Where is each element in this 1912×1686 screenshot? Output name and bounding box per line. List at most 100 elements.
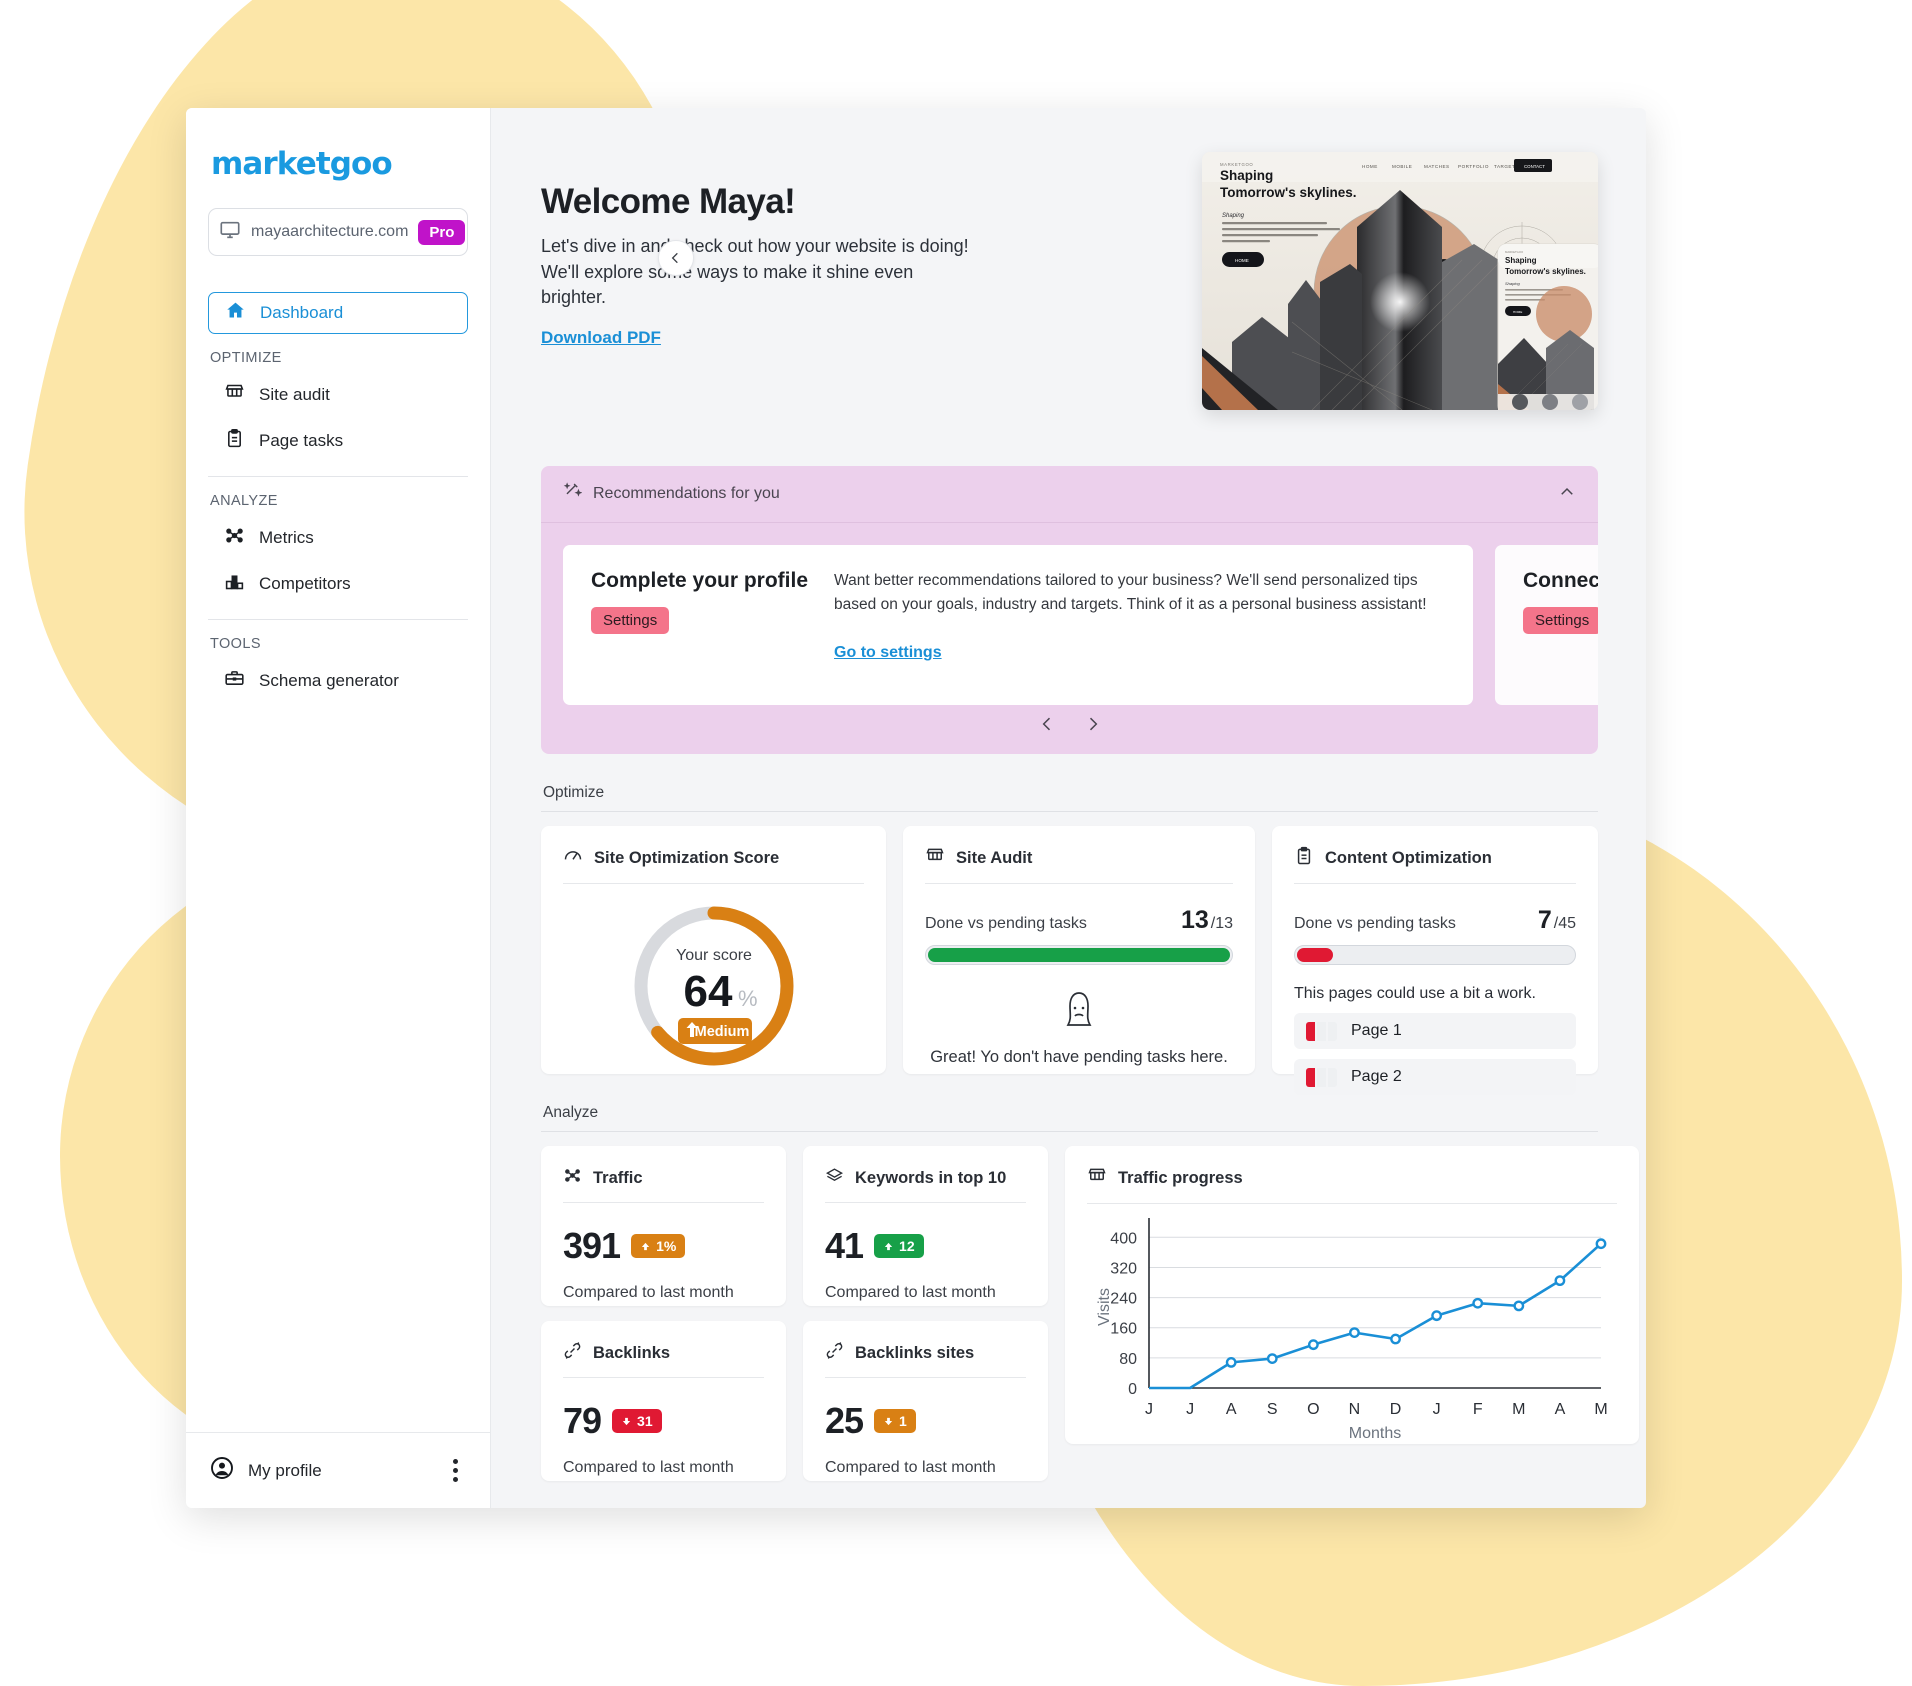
svg-text:Shaping: Shaping [1505,256,1537,265]
kpi-value-row: 391 1% [563,1225,764,1267]
kpi-card-backlinks[interactable]: Backlinks 79 31 Compared to last month [541,1321,786,1481]
score-gauge: Your score 64 % Medium [563,898,864,1074]
sidebar-item-label: Metrics [259,528,314,547]
website-preview-image: MARKETGOO Shaping Tomorrow's skylines. H… [1202,152,1598,410]
card-header: Keywords in top 10 [825,1166,1026,1203]
kpi-chip-label: 1% [656,1238,677,1254]
sidebar-item-label: Schema generator [259,671,399,690]
tasks-done: 13 [1180,906,1209,934]
link-icon [825,1341,844,1365]
kpi-card-traffic[interactable]: Traffic 391 1% Compared to last month [541,1146,786,1306]
carousel-prev-icon[interactable] [1037,714,1057,740]
svg-text:PORTFOLIO: PORTFOLIO [1458,164,1489,169]
recommendation-description: Want better recommendations tailored to … [834,572,1427,614]
kpi-value: 391 [563,1225,621,1266]
content-optimization-card[interactable]: Content Optimization Done vs pending tas… [1272,826,1598,1095]
sidebar-item-label: Dashboard [260,303,344,322]
kpi-value-row: 25 1 [825,1400,1026,1442]
svg-text:CONTACT: CONTACT [1524,164,1545,169]
chevron-up-icon[interactable] [1558,483,1576,506]
card-title: Backlinks [593,1343,671,1362]
sidebar-item-site-audit[interactable]: Site audit [208,374,468,416]
kebab-menu-icon[interactable] [445,1455,466,1486]
list-item[interactable]: Page 2 [1294,1059,1576,1095]
welcome-hero: Welcome Maya! Let's dive in and check ou… [541,152,1598,410]
svg-text:TARGET: TARGET [1494,164,1515,169]
svg-text:MOBILE: MOBILE [1392,164,1412,169]
page-score-meter [1306,1067,1337,1087]
go-to-settings-link[interactable]: Go to settings [834,644,1445,662]
svg-text:MARKETGOO: MARKETGOO [1220,162,1253,167]
tasks-progress-bar [1294,945,1576,965]
sidebar-item-schema-generator[interactable]: Schema generator [208,660,468,702]
sidebar-footer: My profile [186,1432,490,1508]
sidebar-divider [208,476,468,477]
bar-chart-icon [224,571,245,597]
svg-text:240: 240 [1110,1291,1137,1308]
score-unit: % [738,986,758,1011]
tasks-summary: Done vs pending tasks 13 /13 [925,906,1233,935]
sidebar-item-metrics[interactable]: Metrics [208,517,468,559]
traffic-progress-card[interactable]: Traffic progress 0 80 160 240 320 400 J J A S O N D J… [1065,1146,1639,1444]
recommendation-card[interactable]: Connect your Google Analytics account Se… [1495,545,1598,705]
home-icon [225,300,246,326]
tasks-label: Done vs pending tasks [1294,915,1456,932]
gauge-icon [563,846,583,871]
svg-text:N: N [1349,1401,1361,1418]
profile-label: My profile [248,1460,322,1480]
sidebar-collapse-button[interactable] [658,240,694,276]
sidebar-item-label: Site audit [259,385,330,404]
tasks-summary: Done vs pending tasks 7 /45 [1294,906,1576,935]
site-optimization-score-card[interactable]: Site Optimization Score Your score 64 % … [541,826,886,1074]
page-label: Page 2 [1351,1068,1402,1085]
svg-text:HOME: HOME [1235,258,1249,263]
sidebar-item-label: Competitors [259,574,351,593]
sidebar-content: marketgoo mayaarchitecture.com Pro Dashb… [186,108,490,1432]
card-header: Site Audit [925,846,1233,884]
empty-state-text: Great! Yo don't have pending tasks here. [930,1048,1228,1066]
sidebar-item-competitors[interactable]: Competitors [208,563,468,605]
sidebar-item-page-tasks[interactable]: Page tasks [208,420,468,462]
carousel-next-icon[interactable] [1083,714,1103,740]
layers-icon [825,1166,844,1190]
sidebar: marketgoo mayaarchitecture.com Pro Dashb… [186,108,491,1508]
status-badge: 1% [631,1234,686,1258]
page-title: Welcome Maya! [541,182,796,221]
card-header: Backlinks [563,1341,764,1378]
svg-text:HOME: HOME [1362,164,1378,169]
list-item[interactable]: Page 1 [1294,1013,1576,1049]
site-name: mayaarchitecture.com [251,223,409,240]
svg-text:80: 80 [1119,1351,1137,1368]
download-pdf-link[interactable]: Download PDF [541,328,661,348]
svg-text:J: J [1186,1401,1194,1418]
section-label-optimize: Optimize [543,784,605,801]
card-header: Content Optimization [1294,846,1576,884]
card-header: Traffic [563,1166,764,1203]
penguin-icon [1059,992,1099,1037]
score-caption: Your score [676,947,752,964]
monitor-icon [219,219,241,246]
kpi-card-keywords[interactable]: Keywords in top 10 41 12 Compared to las… [803,1146,1048,1306]
score-value: 64 [683,967,732,1016]
svg-text:A: A [1226,1401,1237,1418]
main-content: Welcome Maya! Let's dive in and check ou… [491,108,1646,1508]
tasks-label: Done vs pending tasks [925,915,1087,932]
kpi-card-backlinks-sites[interactable]: Backlinks sites 25 1 Compared to last mo… [803,1321,1048,1481]
site-audit-card[interactable]: Site Audit Done vs pending tasks 13 /13 [903,826,1255,1074]
svg-text:Shaping: Shaping [1222,213,1245,219]
recommendation-card[interactable]: Complete your profile Settings Want bett… [563,545,1473,705]
network-icon [224,525,245,551]
recommendation-card-right: Want better recommendations tailored to … [834,569,1445,681]
status-badge: 12 [874,1234,924,1258]
svg-text:J: J [1433,1401,1441,1418]
card-title: Content Optimization [1325,849,1492,867]
svg-text:M: M [1594,1401,1607,1418]
card-title: Traffic progress [1118,1169,1243,1187]
recommendations-title: Recommendations for you [593,485,780,502]
store-icon [1087,1166,1107,1191]
kpi-column: Keywords in top 10 41 12 Compared to las… [803,1146,1048,1481]
card-title: Traffic [593,1168,643,1187]
sidebar-item-dashboard[interactable]: Dashboard [208,292,468,334]
site-selector[interactable]: mayaarchitecture.com Pro [208,208,468,256]
optimize-cards: Site Optimization Score Your score 64 % … [541,826,1598,1095]
